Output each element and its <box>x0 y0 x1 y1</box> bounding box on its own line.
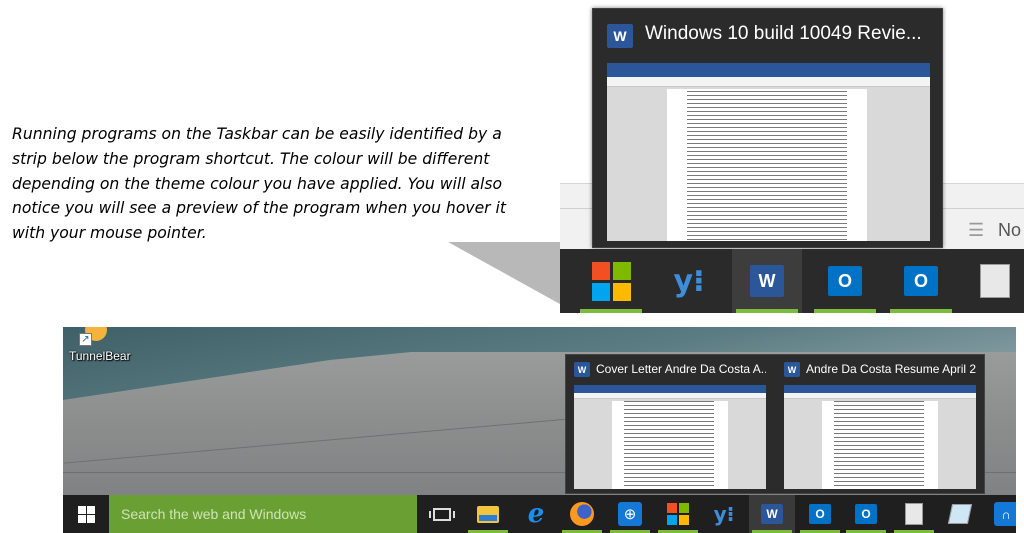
caption-line: Running programs on the Taskbar can be e… <box>12 125 502 143</box>
taskbar-store[interactable] <box>655 495 701 533</box>
callout-shadow <box>448 242 578 314</box>
document-page <box>612 401 728 489</box>
running-strip <box>580 309 642 313</box>
taskbar: Search the web and Windows e ⊕ y⁝ W O O … <box>63 495 1016 533</box>
caption-line: depending on the theme colour you have a… <box>12 174 503 193</box>
thumbnail-preview[interactable] <box>784 385 976 489</box>
taskbar-support[interactable]: ∩ <box>983 495 1016 533</box>
clipped-text: No <box>998 220 1022 240</box>
taskbar-internet-explorer[interactable]: e <box>513 495 559 533</box>
taskbar-outlook-2[interactable]: O <box>886 249 956 313</box>
outlook-icon: O <box>904 266 938 296</box>
word-icon: W <box>607 24 633 48</box>
windows-logo-icon <box>77 505 95 523</box>
document-page <box>667 89 867 241</box>
thumbnail-cover-letter[interactable]: W Cover Letter Andre Da Costa A... <box>566 355 776 495</box>
document-page <box>822 401 938 489</box>
desktop: ↗ TunnelBear W Cover Letter Andre Da Cos… <box>63 327 1016 533</box>
ribbon-tabs <box>784 393 976 399</box>
ribbon-tabs <box>607 77 930 87</box>
ribbon-bar <box>574 385 766 393</box>
word-icon: W <box>784 362 800 377</box>
tunnelbear-label[interactable]: TunnelBear <box>69 349 131 363</box>
outlook-icon: O <box>828 266 862 296</box>
taskbar-outlook[interactable]: O <box>810 249 880 313</box>
task-view-button[interactable] <box>419 495 465 533</box>
taskbar-outlook[interactable]: O <box>797 495 843 533</box>
globe-icon: ⊕ <box>618 502 642 526</box>
document-preview[interactable] <box>607 63 930 241</box>
headset-icon: ∩ <box>994 502 1016 526</box>
search-input[interactable]: Search the web and Windows <box>109 495 417 533</box>
taskbar-file-explorer[interactable] <box>465 495 511 533</box>
start-button[interactable] <box>576 249 646 313</box>
taskbar-word[interactable]: W <box>749 495 795 533</box>
ribbon-bar <box>784 385 976 393</box>
document-icon <box>980 264 1010 298</box>
yammer-icon: y⁝ <box>713 502 735 526</box>
running-strip <box>814 309 876 313</box>
preview-title: Windows 10 build 10049 Revie... <box>645 23 922 44</box>
word-icon: W <box>574 362 590 377</box>
firefox-icon <box>570 502 594 526</box>
taskbar-outlook-2[interactable]: O <box>843 495 889 533</box>
caption-line: strip below the program shortcut. The co… <box>12 149 490 168</box>
zoomed-taskbar: y⁝ W O O <box>560 249 1024 313</box>
caption-text: Running programs on the Taskbar can be e… <box>12 122 557 246</box>
thumbnail-title: Andre Da Costa Resume April 2... <box>806 362 976 376</box>
ribbon-tabs <box>574 393 766 399</box>
wall-seam <box>63 417 583 464</box>
document-icon <box>905 503 923 525</box>
word-icon: W <box>761 504 783 524</box>
running-strip <box>736 309 798 313</box>
taskbar-yammer[interactable]: y⁝ <box>701 495 747 533</box>
taskbar-firefox[interactable] <box>559 495 605 533</box>
notes-icon <box>947 504 973 524</box>
taskbar-word[interactable]: W <box>732 249 802 313</box>
taskbar-yammer[interactable]: y⁝ <box>654 249 724 313</box>
tunnelbear-shortcut[interactable]: ↗ <box>71 327 111 347</box>
thumbnail-title: Cover Letter Andre Da Costa A... <box>596 362 766 376</box>
word-icon: W <box>750 265 784 297</box>
outlook-icon: O <box>855 504 877 524</box>
taskbar-notes[interactable] <box>937 495 983 533</box>
folder-icon <box>477 505 499 523</box>
ribbon-bar <box>607 63 930 77</box>
taskbar-document[interactable] <box>891 495 937 533</box>
taskbar-document[interactable] <box>960 249 1024 313</box>
thumbnail-preview[interactable] <box>574 385 766 489</box>
zoomed-word-preview[interactable]: W Windows 10 build 10049 Revie... <box>592 8 943 248</box>
taskbar-globe-app[interactable]: ⊕ <box>607 495 653 533</box>
store-icon <box>667 503 689 525</box>
thumbnail-resume[interactable]: W Andre Da Costa Resume April 2... <box>776 355 986 495</box>
shortcut-arrow-icon: ↗ <box>79 333 92 346</box>
task-view-icon <box>429 507 455 521</box>
ruler-icon: ☰ <box>968 220 985 240</box>
taskbar-thumbnail-panel: W Cover Letter Andre Da Costa A... W And… <box>565 354 985 494</box>
internet-explorer-icon: e <box>527 499 545 529</box>
start-button[interactable] <box>63 495 109 533</box>
outlook-icon: O <box>809 504 831 524</box>
yammer-icon: y⁝ <box>673 263 705 299</box>
running-strip <box>890 309 952 313</box>
caption-line: notice you will see a preview of the pro… <box>12 199 506 218</box>
windows-logo-icon <box>591 261 631 301</box>
